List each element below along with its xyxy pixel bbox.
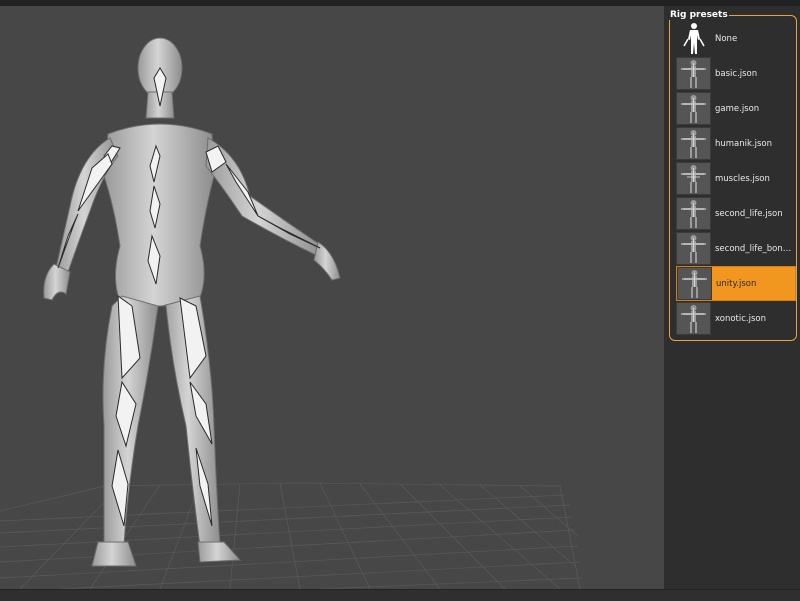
rig-thumbnail-icon: [676, 127, 711, 160]
preset-label: xonotic.json: [715, 313, 767, 324]
rig-thumbnail-icon: [676, 162, 711, 195]
viewport-scene: [0, 37, 583, 589]
preset-label: unity.json: [716, 278, 757, 289]
preset-list: None basic.json game.json humanik.json m…: [676, 21, 796, 336]
preset-label: muscles.json: [715, 173, 770, 184]
human-figure-icon: [676, 22, 711, 55]
panel-title: Rig presets: [669, 10, 729, 20]
preset-item-none[interactable]: None: [676, 21, 796, 56]
rig-thumbnail-icon: [676, 92, 711, 125]
preset-item-second-life-bones[interactable]: second_life_bones.json: [676, 231, 796, 266]
rig-thumbnail-icon: [676, 197, 711, 230]
preset-label: basic.json: [715, 68, 758, 79]
rig-thumbnail-icon: [676, 302, 711, 335]
preset-label: None: [715, 33, 738, 44]
preset-item-xonotic[interactable]: xonotic.json: [676, 301, 796, 336]
preset-label: second_life_bones.json: [715, 243, 793, 254]
preset-item-basic[interactable]: basic.json: [676, 56, 796, 91]
preset-label: humanik.json: [715, 138, 773, 149]
rig-thumbnail-icon: [677, 267, 712, 300]
preset-item-muscles[interactable]: muscles.json: [676, 161, 796, 196]
preset-item-second-life[interactable]: second_life.json: [676, 196, 796, 231]
rig-thumbnail-icon: [676, 232, 711, 265]
preset-label: second_life.json: [715, 208, 783, 219]
ground-grid: [0, 482, 583, 589]
3d-viewport[interactable]: [0, 6, 664, 589]
status-bar: [0, 589, 800, 601]
preset-item-unity[interactable]: unity.json: [676, 266, 796, 301]
preset-item-humanik[interactable]: humanik.json: [676, 126, 796, 161]
preset-item-game[interactable]: game.json: [676, 91, 796, 126]
human-model: [43, 37, 341, 567]
rig-thumbnail-icon: [676, 57, 711, 90]
preset-label: game.json: [715, 103, 760, 114]
